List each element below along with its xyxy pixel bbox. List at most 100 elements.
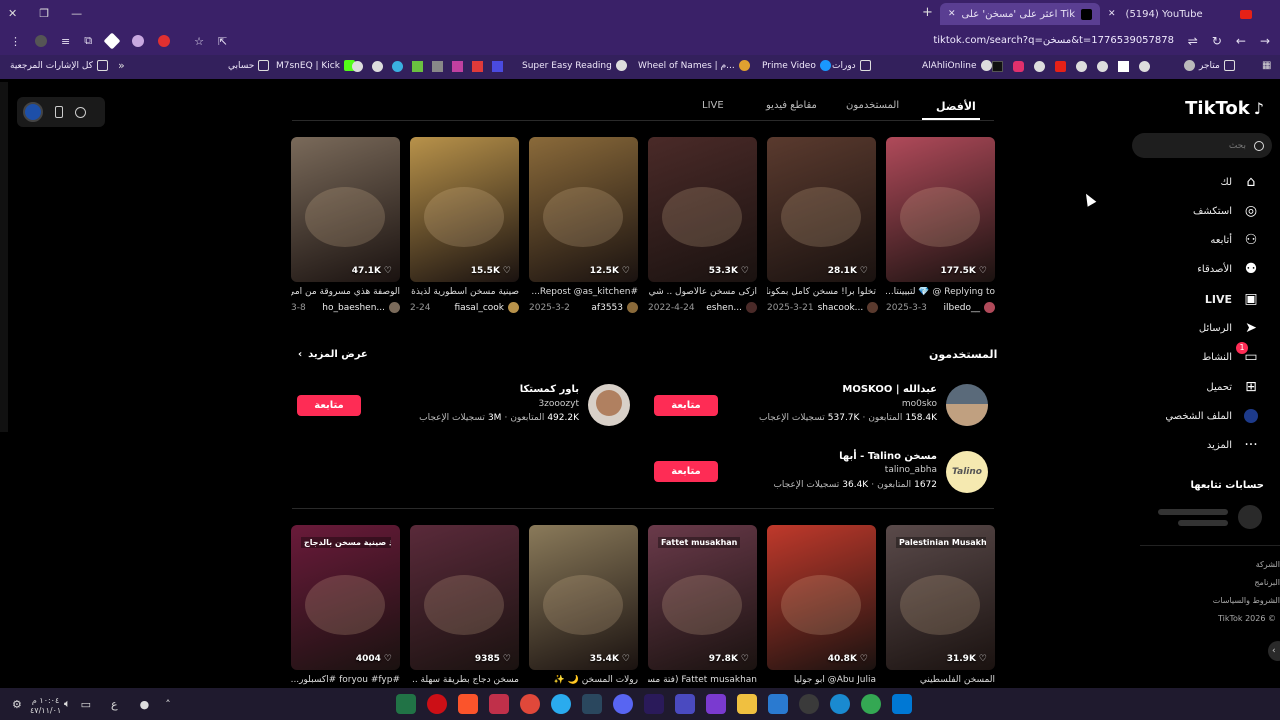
user-name[interactable]: عبدالله | MOSKOO (842, 384, 937, 395)
extension-icon[interactable] (158, 35, 171, 47)
sidebar-item-home[interactable]: لك ⌂ (1221, 172, 1260, 192)
notification-icon[interactable]: ⚙ (12, 698, 22, 711)
sidebar-item-profile[interactable]: الملف الشخصي (1165, 406, 1260, 426)
tray-chevron-icon[interactable]: ˄ (165, 698, 171, 711)
chevron-more-icon[interactable]: » (118, 59, 125, 72)
restore-window-icon[interactable]: ❐ (39, 7, 49, 20)
bookmark-icon[interactable] (1139, 61, 1150, 72)
bookmark-icon[interactable] (372, 61, 383, 72)
start-icon[interactable] (892, 694, 912, 714)
user-name[interactable]: مسخن Talino - أبها (839, 451, 937, 462)
video-thumbnail[interactable]: 15.5K ♡ (410, 137, 519, 282)
forward-icon[interactable]: → (1260, 34, 1270, 48)
close-tab-icon[interactable]: ✕ (948, 9, 956, 19)
video-card[interactable]: 47.1K♡ الوصفة هذي مسروقة من امي 🤷 3-8 ho_ba… (291, 137, 400, 313)
tiktok-logo[interactable]: TikTok ♪ (1185, 98, 1264, 119)
app-icon[interactable] (489, 694, 509, 714)
search-input[interactable]: بحث (1132, 133, 1272, 158)
sidebar-item-following[interactable]: أتابعه ⚇ (1210, 230, 1260, 250)
edge-icon[interactable] (830, 694, 850, 714)
follow-button[interactable]: متابعة (654, 461, 718, 482)
video-thumbnail[interactable]: 28.1K ♡ (767, 137, 876, 282)
extension-icon[interactable] (103, 32, 121, 50)
video-card[interactable]: 53.3K ♡ ازكى مسخن عالأصول .. شي ... 2022-4-… (648, 137, 757, 313)
bookmark-super-easy[interactable]: Super Easy Reading (522, 60, 627, 71)
reload-icon[interactable]: ↻ (1212, 34, 1222, 48)
bookmark-icon[interactable] (1034, 61, 1045, 72)
video-caption[interactable]: المسخن الفلسطيني (886, 675, 995, 685)
footer-link-company[interactable]: الشركة (1200, 556, 1280, 574)
bookmark-prime[interactable]: Prime Video (762, 60, 831, 71)
video-caption[interactable]: رولات المسخن 🌙 ✨ (529, 675, 638, 685)
app-icon[interactable] (675, 694, 695, 714)
close-window-icon[interactable]: ✕ (8, 7, 17, 20)
tab-live[interactable]: LIVE (702, 100, 724, 111)
see-more-link[interactable]: ‹ عرض المزيد (298, 349, 368, 360)
bookmark-icon[interactable] (472, 61, 483, 72)
avatar-3zooozyt[interactable] (588, 384, 630, 426)
volume-icon[interactable]: 🔈︎ (64, 697, 71, 711)
tab-top[interactable]: الأفضل (936, 100, 976, 113)
video-author[interactable]: ho_baeshen... (322, 302, 400, 313)
bookmark-icon[interactable] (492, 61, 503, 72)
avatar-talino[interactable]: Talino (946, 451, 988, 493)
compass-icon[interactable] (75, 106, 86, 118)
video-thumbnail[interactable]: 177.5K ♡ (886, 137, 995, 282)
bookmark-alahli[interactable]: AlAhliOnline (922, 60, 992, 71)
site-settings-icon[interactable]: ⇌ (1188, 34, 1198, 48)
back-icon[interactable]: ← (1236, 34, 1246, 48)
menu-icon[interactable]: ⋮ (10, 35, 21, 48)
sidebar-item-messages[interactable]: الرسائل ➤ (1199, 318, 1260, 338)
brave-icon[interactable] (458, 694, 478, 714)
video-card[interactable]: 40.8K ♡ Abu Julia@ أبو جوليا (767, 525, 876, 685)
file-explorer-icon[interactable] (737, 694, 757, 714)
video-author[interactable]: af3553 (591, 302, 638, 313)
video-thumbnail[interactable]: 35.4K ♡ (529, 525, 638, 670)
youtube-icon[interactable] (1055, 61, 1066, 72)
video-thumbnail[interactable]: 40.8K ♡ (767, 525, 876, 670)
video-caption[interactable]: ازكى مسخن عالأصول .. شي ... (648, 287, 757, 297)
tab-videos[interactable]: مقاطع فيديو (766, 100, 817, 111)
bookmark-icon[interactable] (1118, 61, 1129, 72)
bookmark-icon[interactable] (392, 61, 403, 72)
video-caption[interactable]: الوصفة هذي مسروقة من امي 🤷 (291, 287, 400, 297)
sidebar-item-activity[interactable]: النشاط ▭ 1 (1202, 342, 1260, 367)
share-icon[interactable]: ⇱ (218, 35, 227, 48)
minimize-window-icon[interactable]: — (71, 7, 82, 20)
tab-users[interactable]: المستخدمون (846, 100, 899, 111)
phone-icon[interactable] (55, 106, 63, 118)
new-tab-icon[interactable]: + (922, 5, 933, 20)
widget-logo-icon[interactable] (23, 102, 43, 122)
video-author[interactable]: ilbedo__ (944, 302, 995, 313)
bookmark-kick[interactable]: M7snEQ | Kick (276, 60, 355, 71)
bookmark-item[interactable]: حسابي (228, 60, 270, 71)
video-caption[interactable]: #Repost @as_kitchen... (529, 287, 638, 297)
video-caption[interactable]: صينية مسخن اسطورية لذيذة بشكل ... (410, 287, 519, 297)
sidebar-item-more[interactable]: المزيد ··· (1207, 435, 1260, 455)
all-bookmarks[interactable]: كل الإشارات المرجعية (10, 60, 108, 71)
discord-icon[interactable] (613, 694, 633, 714)
video-thumbnail[interactable]: 9385 ♡ (410, 525, 519, 670)
language-indicator[interactable]: ع (111, 698, 118, 711)
video-thumbnail[interactable]: 47.1K ♡ (291, 137, 400, 282)
steam-icon[interactable] (582, 694, 602, 714)
video-caption[interactable]: Replying to @ 💎 لتبيينتا... (886, 287, 995, 297)
user-name[interactable]: باور كمستكا (520, 384, 579, 395)
video-thumbnail[interactable]: Palestinian Musakhan 31.9K♡ (886, 525, 995, 670)
video-caption[interactable]: #foryou #fyp #اكسبلور... (291, 675, 400, 685)
extension-icon[interactable]: ≡ (61, 35, 70, 48)
video-caption[interactable]: Abu Julia@ أبو جوليا (767, 675, 876, 685)
video-card[interactable]: اذ صينية مسخن بالدجاج 4004 ♡ #foryou #fyp #… (291, 525, 400, 685)
extensions-puzzle-icon[interactable]: ⧉ (84, 34, 92, 48)
store-icon[interactable] (768, 694, 788, 714)
sidebar-item-live[interactable]: LIVE ▣ (1205, 289, 1260, 309)
tab-tiktok[interactable]: ✕ اعثر على 'مسخن' على TikTok | ب... (940, 3, 1100, 25)
video-author[interactable]: shacook... (818, 302, 879, 313)
video-author[interactable]: eshen... (706, 302, 757, 313)
tiktok-icon[interactable] (992, 61, 1003, 72)
video-caption[interactable]: Fattet musakhan (فتة مسخ... (648, 675, 757, 685)
video-card[interactable]: Fattet musakhan 97.8K ♡ Fattet musakhan (فت… (648, 525, 757, 685)
extension-icon[interactable] (132, 35, 145, 47)
taskbar-clock[interactable]: ١٠:٠٤ م ٤٧/١١/٠١ (30, 696, 61, 716)
app-icon[interactable] (799, 694, 819, 714)
